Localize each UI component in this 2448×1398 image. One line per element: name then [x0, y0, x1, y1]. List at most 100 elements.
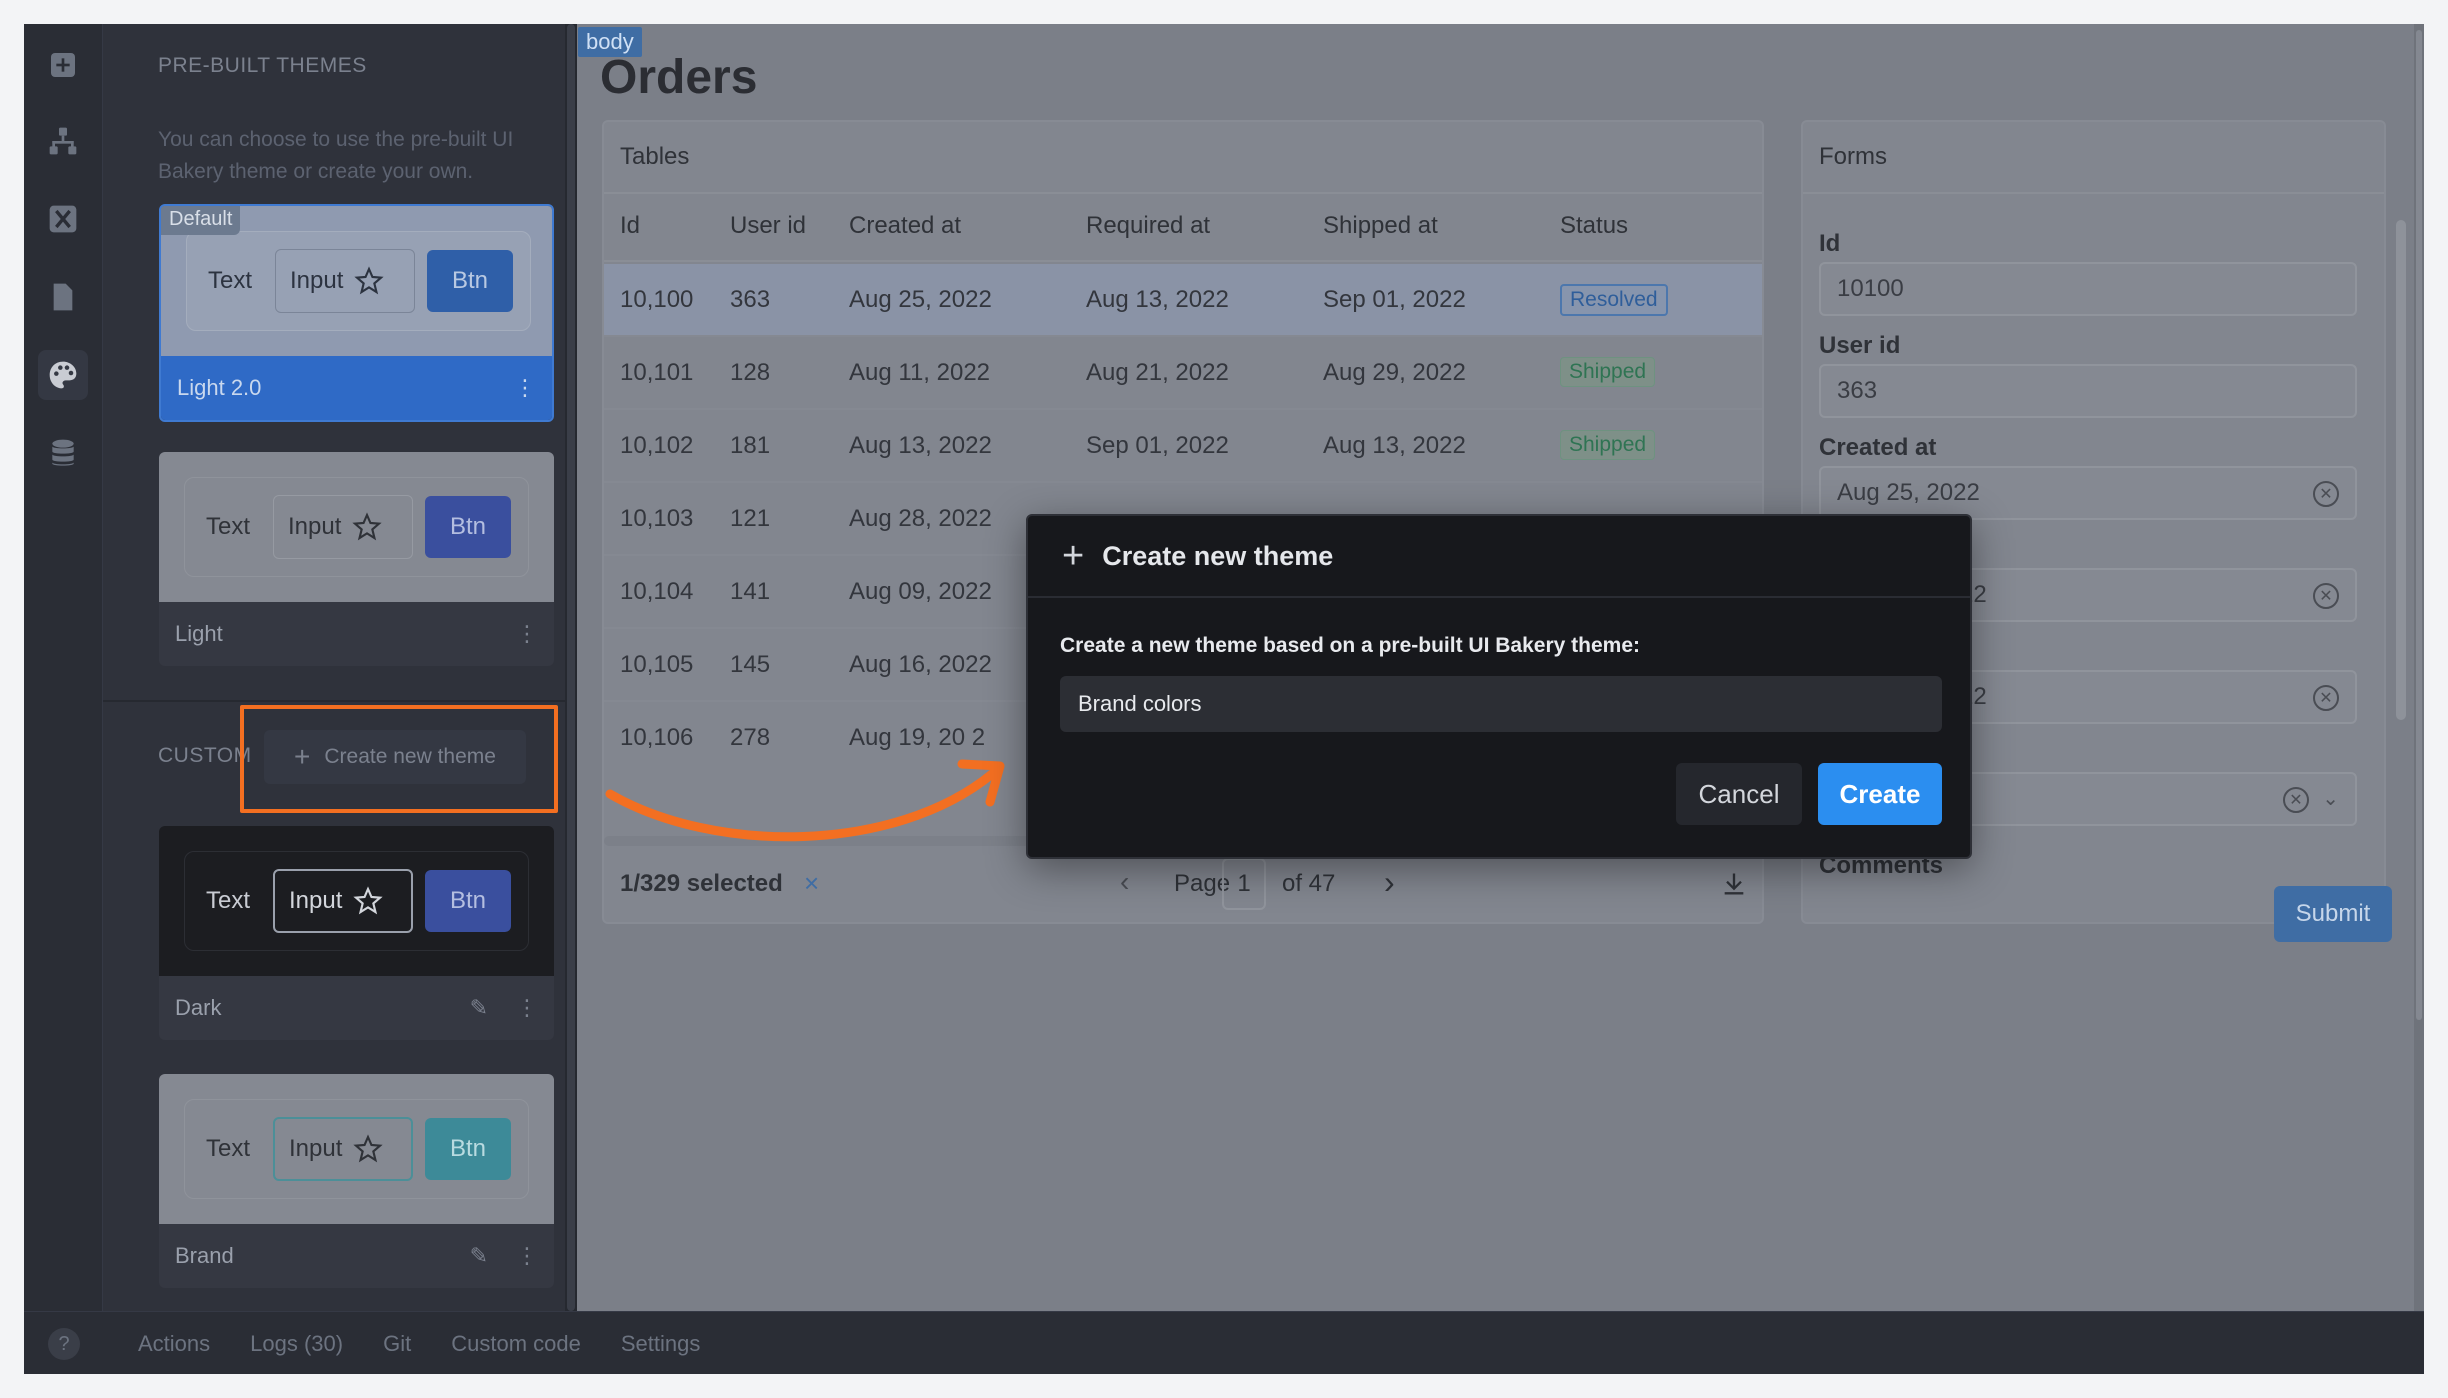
cell-id: 10,102 — [620, 432, 694, 459]
add-component-button[interactable] — [38, 40, 88, 90]
pages-button[interactable] — [38, 272, 88, 322]
cell-user-id: 121 — [730, 505, 771, 532]
help-icon[interactable]: ? — [48, 1328, 80, 1360]
theme-name: Light 2.0 — [177, 375, 262, 400]
themes-button[interactable] — [38, 350, 88, 400]
cell-created-at: Aug 11, 2022 — [849, 359, 991, 386]
cell-created-at: Aug 25, 2022 — [849, 286, 992, 313]
chevron-down-icon[interactable]: ⌄ — [2322, 786, 2339, 811]
clear-icon[interactable]: ✕ — [2313, 685, 2339, 711]
created-at-value: Aug 25, 2022 — [1837, 479, 1980, 506]
star-icon — [352, 512, 383, 541]
pencil-icon[interactable]: ✎ — [470, 995, 488, 1021]
theme-card-footer: Light 2.0 ⋮ — [161, 356, 552, 420]
preview-input-label: Input — [290, 267, 344, 294]
more-icon[interactable]: ⋮ — [516, 621, 538, 647]
table-row[interactable]: 10,102 181 Aug 13, 2022 Sep 01, 2022 Aug… — [604, 410, 1762, 483]
star-icon — [353, 1134, 384, 1163]
theme-card-footer: Light ⋮ — [159, 602, 554, 666]
cell-id: 10,100 — [620, 286, 694, 313]
functions-button[interactable] — [38, 194, 88, 244]
theme-card-footer: Dark ✎ ⋮ — [159, 976, 554, 1040]
cell-user-id: 145 — [730, 651, 771, 678]
forms-scrollbar[interactable] — [2396, 220, 2406, 720]
plus-icon: + — [1062, 534, 1085, 577]
create-button[interactable]: Create — [1818, 763, 1942, 825]
cell-user-id: 181 — [730, 432, 771, 459]
tab-logs[interactable]: Logs (30) — [250, 1331, 343, 1357]
table-row[interactable]: 10,101 128 Aug 11, 2022 Aug 21, 2022 Aug… — [604, 337, 1762, 410]
preview-input: Input — [275, 249, 415, 313]
cancel-button[interactable]: Cancel — [1676, 763, 1802, 825]
theme-card-dark[interactable]: Text Input Btn Dark ✎ ⋮ — [159, 826, 554, 1040]
id-field[interactable]: 10100 — [1819, 262, 2357, 316]
tab-actions[interactable]: Actions — [138, 1331, 210, 1357]
preview-input-label: Input — [289, 1135, 343, 1162]
clear-icon[interactable]: ✕ — [2313, 481, 2339, 507]
theme-name: Light — [175, 621, 223, 646]
created-at-field[interactable]: Aug 25, 2022 ✕ — [1819, 466, 2357, 520]
forms-title: Forms — [1803, 122, 2384, 194]
column-header[interactable]: Required at — [1086, 212, 1210, 240]
canvas-scrollbar[interactable] — [2414, 24, 2424, 1311]
more-icon[interactable]: ⋮ — [516, 1243, 538, 1269]
create-theme-modal: + Create new theme Create a new theme ba… — [1026, 514, 1972, 859]
selection-count: 1/329 selected — [620, 870, 783, 897]
clear-selection-icon[interactable]: × — [804, 868, 819, 899]
modal-title: Create new theme — [1102, 540, 1334, 571]
more-icon[interactable]: ⋮ — [516, 995, 538, 1021]
clear-icon[interactable]: ✕ — [2313, 583, 2339, 609]
theme-preview: Text Input Btn — [159, 1074, 554, 1224]
column-header[interactable]: Shipped at — [1323, 212, 1438, 240]
more-icon[interactable]: ⋮ — [514, 375, 536, 401]
tab-settings[interactable]: Settings — [621, 1331, 701, 1357]
theme-card-light[interactable]: Text Input Btn Light ⋮ — [159, 452, 554, 666]
bottom-tabs: Actions Logs (30) Git Custom code Settin… — [138, 1312, 700, 1374]
base-theme-select[interactable]: Brand colors — [1060, 676, 1942, 732]
preview-input-label: Input — [289, 887, 343, 914]
user-id-field[interactable]: 363 — [1819, 364, 2357, 418]
column-header[interactable]: Created at — [849, 212, 961, 240]
icon-rail — [24, 24, 103, 1311]
theme-card-brand[interactable]: Text Input Btn Brand ✎ ⋮ — [159, 1074, 554, 1288]
preview-text: Text — [205, 887, 250, 914]
page-input[interactable]: 1 — [1222, 858, 1266, 910]
download-icon[interactable] — [1720, 870, 1748, 898]
cell-id: 10,101 — [620, 359, 694, 386]
submit-button[interactable]: Submit — [2274, 886, 2392, 942]
preview-box: Text Input Btn — [184, 851, 529, 951]
data-sources-button[interactable] — [38, 428, 88, 478]
pencil-icon[interactable]: ✎ — [470, 1243, 488, 1269]
chevron-left-icon[interactable]: ‹ — [1120, 866, 1129, 898]
panel-scrollbar-thumb[interactable] — [567, 24, 575, 1311]
canvas-scrollbar-thumb[interactable] — [2416, 30, 2422, 1020]
cell-required-at: Sep 01, 2022 — [1086, 432, 1229, 459]
tab-git[interactable]: Git — [383, 1331, 411, 1357]
tab-custom-code[interactable]: Custom code — [451, 1331, 581, 1357]
column-header[interactable]: Status — [1560, 212, 1628, 240]
status-badge: Resolved — [1560, 284, 1668, 316]
prebuilt-themes-title: PRE-BUILT THEMES — [158, 54, 367, 77]
chevron-right-icon[interactable]: › — [1384, 864, 1395, 901]
app-frame: PRE-BUILT THEMES You can choose to use t… — [24, 24, 2424, 1374]
section-divider — [103, 700, 565, 702]
table-row[interactable]: 10,100 363 Aug 25, 2022 Aug 13, 2022 Sep… — [604, 264, 1762, 337]
column-header[interactable]: Id — [620, 212, 640, 240]
modal-header: + Create new theme — [1028, 516, 1970, 598]
theme-card-light-2[interactable]: Text Input Btn Default Light 2.0 ⋮ — [159, 204, 554, 422]
clear-icon[interactable]: ✕ — [2283, 787, 2309, 813]
cell-created-at: Aug 16, 2022 — [849, 651, 992, 678]
cell-created-at: Aug 13, 2022 — [849, 432, 992, 459]
form-label-created-at: Created at — [1819, 434, 1937, 461]
themes-panel: PRE-BUILT THEMES You can choose to use t… — [103, 24, 565, 1311]
cell-id: 10,104 — [620, 578, 694, 605]
panel-scrollbar[interactable] — [565, 24, 577, 1311]
column-header[interactable]: User id — [730, 212, 806, 240]
prebuilt-themes-description: You can choose to use the pre-built UI B… — [158, 128, 514, 183]
theme-preview: Text Input Btn Default — [161, 206, 552, 356]
preview-text: Text — [205, 1135, 250, 1162]
palette-icon — [49, 361, 77, 389]
preview-input: Input — [273, 1117, 413, 1181]
structure-button[interactable] — [38, 116, 88, 166]
preview-button: Btn — [425, 496, 511, 558]
